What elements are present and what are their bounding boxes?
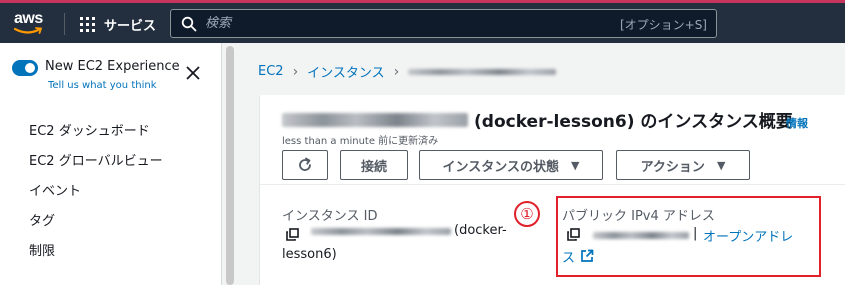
- breadcrumb: EC2 › インスタンス ›: [258, 62, 557, 81]
- top-navigation: aws サービス [オプション+S]: [0, 0, 845, 43]
- chevron-right-icon: ›: [393, 63, 400, 80]
- public-ipv4-label: パブリック IPv4 アドレス: [562, 209, 715, 224]
- instance-state-dropdown[interactable]: インスタンスの状態 ▼: [419, 150, 603, 180]
- breadcrumb-ec2[interactable]: EC2: [258, 64, 284, 79]
- instance-id-redacted: [282, 112, 468, 127]
- open-address-link[interactable]: オープンアドレ: [703, 226, 793, 245]
- nav-divider: [64, 13, 65, 35]
- instance-state-label: インスタンスの状態: [442, 159, 559, 175]
- services-menu-button[interactable]: サービス: [80, 12, 156, 36]
- grid-menu-icon: [80, 16, 95, 32]
- chevron-right-icon: ›: [292, 63, 299, 80]
- instance-name-part1: (docker-: [454, 223, 507, 238]
- actions-label: アクション: [640, 159, 705, 175]
- panel-header: (docker-lesson6) のインスタンス概要 情報 less than …: [260, 95, 845, 185]
- search-shortcut-hint: [オプション+S]: [619, 18, 707, 32]
- last-updated-text: less than a minute 前に更新済み: [282, 136, 439, 147]
- caret-down-icon: ▼: [716, 158, 726, 172]
- breadcrumb-instance-redacted: [408, 69, 557, 75]
- caret-down-icon: ▼: [571, 158, 580, 172]
- page-title-text: (docker-lesson6) のインスタンス概要: [474, 112, 793, 132]
- open-address-link-tail[interactable]: ス: [562, 247, 575, 266]
- annotation-marker: ①: [514, 201, 540, 227]
- external-link-icon[interactable]: [580, 249, 594, 263]
- new-experience-toggle[interactable]: [12, 60, 38, 76]
- sidebar-item-tags[interactable]: タグ: [29, 211, 163, 241]
- search-icon: [181, 16, 197, 32]
- feedback-link[interactable]: Tell us what you think: [48, 80, 157, 91]
- connect-button[interactable]: 接続: [340, 150, 408, 180]
- search-bar[interactable]: [オプション+S]: [170, 9, 717, 38]
- sidebar-item-limits[interactable]: 制限: [29, 241, 163, 271]
- separator-pipe: |: [693, 226, 698, 241]
- sidebar-item-ec2-global-view[interactable]: EC2 グローバルビュー: [29, 151, 163, 181]
- breadcrumb-instances[interactable]: インスタンス: [307, 62, 384, 81]
- page-title: (docker-lesson6) のインスタンス概要: [282, 107, 793, 132]
- refresh-button[interactable]: [282, 150, 328, 180]
- refresh-icon: [299, 157, 311, 171]
- sidebar-item-events[interactable]: イベント: [29, 181, 163, 211]
- sidebar-item-ec2-dashboard[interactable]: EC2 ダッシュボード: [29, 121, 163, 151]
- instance-id-label: インスタンス ID: [282, 209, 378, 224]
- sidebar-nav: EC2 ダッシュボード EC2 グローバルビュー イベント タグ 制限: [29, 121, 163, 271]
- actions-dropdown[interactable]: アクション ▼: [616, 150, 750, 180]
- close-icon[interactable]: [186, 66, 200, 80]
- public-ip-value-redacted: [593, 232, 689, 239]
- instance-id-value-redacted: [311, 228, 451, 235]
- instance-summary-panel: (docker-lesson6) のインスタンス概要 情報 less than …: [260, 95, 845, 285]
- info-link[interactable]: 情報: [786, 115, 808, 131]
- search-input[interactable]: [205, 13, 585, 34]
- aws-smile-icon: [14, 27, 43, 34]
- services-label: サービス: [104, 18, 157, 34]
- connect-button-label: 接続: [360, 159, 387, 175]
- copy-icon[interactable]: [567, 228, 580, 241]
- aws-logo[interactable]: aws: [14, 10, 48, 38]
- instance-name-part2: lesson6): [282, 247, 337, 262]
- sidebar-scrollbar-thumb[interactable]: [226, 46, 234, 285]
- new-experience-label: New EC2 Experience: [45, 59, 180, 74]
- copy-icon[interactable]: [286, 228, 299, 241]
